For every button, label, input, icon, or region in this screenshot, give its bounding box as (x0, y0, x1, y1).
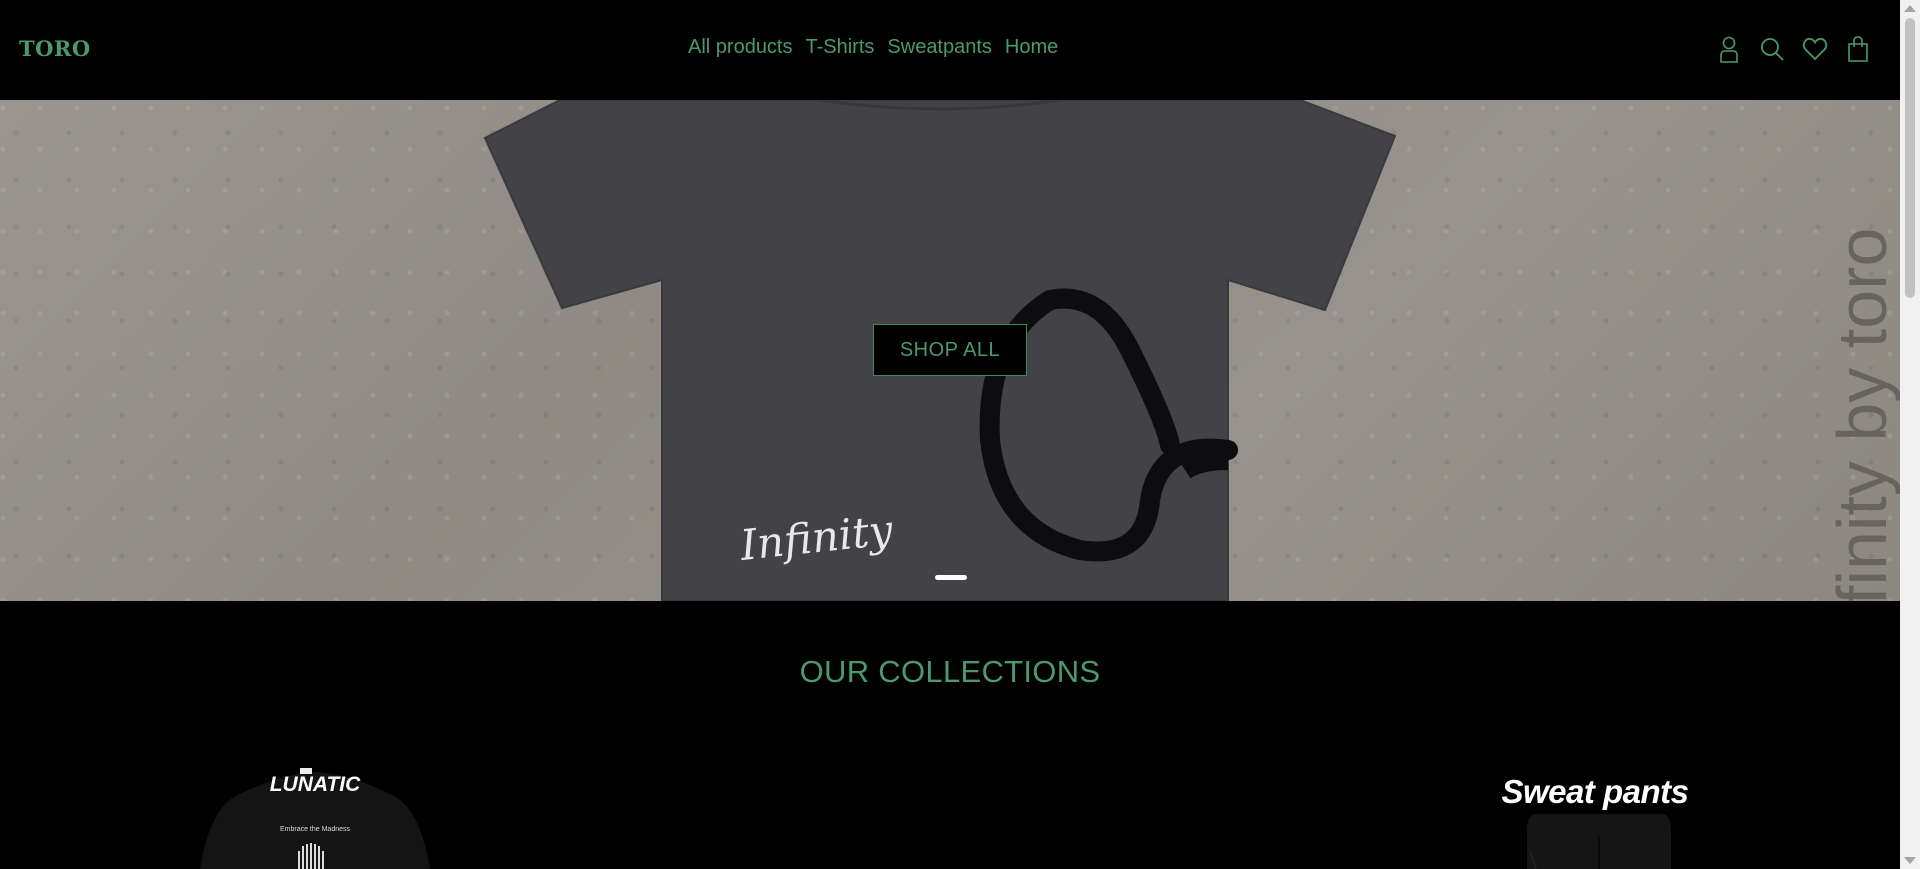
search-icon[interactable] (1759, 35, 1785, 63)
main-nav: All products T-Shirts Sweatpants Home (688, 36, 1058, 59)
site-logo[interactable]: TORO (19, 36, 91, 61)
scroll-thumb[interactable] (1905, 18, 1915, 298)
nav-sweatpants[interactable]: Sweatpants (887, 36, 992, 59)
wishlist-heart-icon[interactable] (1802, 35, 1828, 63)
scroll-down-arrow[interactable] (1904, 857, 1916, 864)
header-icons (1716, 35, 1871, 63)
shopping-bag-icon[interactable] (1845, 35, 1871, 63)
nav-t-shirts[interactable]: T-Shirts (806, 36, 875, 59)
hero-side-text: finity by toro (1823, 228, 1900, 601)
collection-card-title: Sweat pants (1501, 773, 1689, 810)
nav-all-products[interactable]: All products (688, 36, 793, 59)
collection-card-title: LUNATIC (269, 773, 361, 796)
account-icon[interactable] (1716, 35, 1742, 63)
shop-all-button[interactable]: SHOP ALL (873, 324, 1027, 376)
page-scrollbar[interactable] (1900, 0, 1920, 869)
collection-card-lunatic[interactable]: LUNATIC Embrace the Madness (140, 766, 490, 869)
collection-card-sweatpants[interactable]: Sweat pants (1480, 766, 1710, 869)
site-header: TORO All products T-Shirts Sweatpants Ho… (0, 0, 1900, 100)
scroll-up-arrow[interactable] (1904, 5, 1916, 12)
nav-home[interactable]: Home (1005, 36, 1058, 59)
hero-banner: Infinity finity by toro SHOP ALL (0, 100, 1900, 601)
collections-heading: OUR COLLECTIONS (799, 654, 1101, 689)
collection-card-subtitle: Embrace the Madness (279, 826, 351, 833)
slider-indicator[interactable] (935, 575, 967, 580)
